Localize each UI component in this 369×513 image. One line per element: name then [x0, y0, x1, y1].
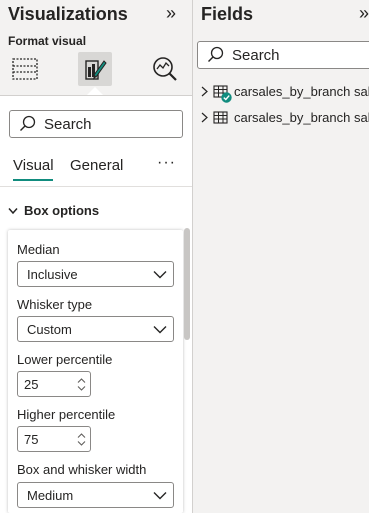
- whisker-type-label: Whisker type: [17, 297, 93, 312]
- higher-percentile-label: Higher percentile: [17, 407, 116, 422]
- chevron-down-icon[interactable]: [77, 385, 86, 391]
- collapse-fields-button[interactable]: »: [359, 3, 369, 24]
- format-visual-label: Format visual: [8, 34, 87, 48]
- box-whisker-width-label: Box and whisker width: [17, 462, 147, 477]
- search-placeholder: Search: [232, 46, 280, 64]
- visualizations-pane: Visualizations » Format visual Search Vi…: [0, 0, 193, 513]
- search-icon: [20, 115, 36, 131]
- chevron-up-icon[interactable]: [77, 377, 86, 383]
- chevron-down-icon: [153, 491, 167, 499]
- chevron-right-icon[interactable]: [201, 112, 208, 123]
- median-dropdown[interactable]: Inclusive: [17, 261, 174, 287]
- fields-title: Fields: [201, 4, 254, 24]
- higher-percentile-stepper[interactable]: 75: [17, 426, 91, 452]
- lower-percentile-stepper[interactable]: 25: [17, 371, 91, 397]
- chevron-up-icon[interactable]: [77, 432, 86, 438]
- search-icon: [208, 46, 224, 62]
- collapse-visualizations-button[interactable]: »: [166, 3, 176, 24]
- table-name: carsales_by_branch sale: [234, 110, 369, 125]
- whisker-type-dropdown[interactable]: Custom: [17, 316, 174, 342]
- format-pane-scrollbar[interactable]: [184, 228, 190, 340]
- box-whisker-width-value: Medium: [27, 487, 74, 503]
- tab-visual[interactable]: Visual: [13, 157, 54, 174]
- lower-percentile-label: Lower percentile: [17, 352, 113, 367]
- tab-general[interactable]: General: [70, 157, 123, 174]
- build-visual-icon[interactable]: [8, 52, 42, 86]
- tabs-divider: [0, 186, 192, 187]
- fields-pane: Fields » Search carsales_by_branch sale: [193, 0, 369, 513]
- chevron-down-icon: [153, 270, 167, 278]
- lower-percentile-value: 25: [24, 376, 39, 392]
- format-visual-icon[interactable]: [78, 52, 112, 86]
- chevron-right-icon[interactable]: [201, 86, 208, 97]
- box-whisker-width-dropdown[interactable]: Medium: [17, 482, 174, 508]
- fields-search-input[interactable]: Search: [197, 41, 369, 69]
- table-item[interactable]: carsales_by_branch sale: [201, 84, 369, 103]
- active-tab-indicator: [13, 179, 53, 181]
- checkmark-icon: [221, 91, 232, 103]
- higher-percentile-value: 75: [24, 431, 39, 447]
- visualizations-title: Visualizations: [8, 4, 128, 24]
- median-label: Median: [17, 242, 60, 257]
- chevron-down-icon[interactable]: [77, 440, 86, 446]
- stepper-arrows[interactable]: [77, 432, 86, 446]
- box-options-section-header[interactable]: Box options: [8, 203, 99, 218]
- format-search-input[interactable]: Search: [9, 110, 183, 138]
- search-placeholder: Search: [44, 115, 92, 133]
- box-options-title: Box options: [24, 203, 100, 218]
- table-icon: [213, 84, 232, 103]
- active-tool-pointer: [87, 87, 103, 95]
- chevron-down-icon: [153, 325, 167, 333]
- chevron-down-icon: [8, 207, 18, 214]
- table-name: carsales_by_branch sale: [234, 84, 369, 99]
- table-item[interactable]: carsales_by_branch sale: [201, 110, 369, 125]
- table-icon: [213, 110, 229, 125]
- median-value: Inclusive: [27, 266, 78, 282]
- stepper-arrows[interactable]: [77, 377, 86, 391]
- whisker-type-value: Custom: [27, 321, 72, 337]
- more-options-button[interactable]: ···: [157, 154, 176, 172]
- analytics-icon[interactable]: [148, 52, 182, 86]
